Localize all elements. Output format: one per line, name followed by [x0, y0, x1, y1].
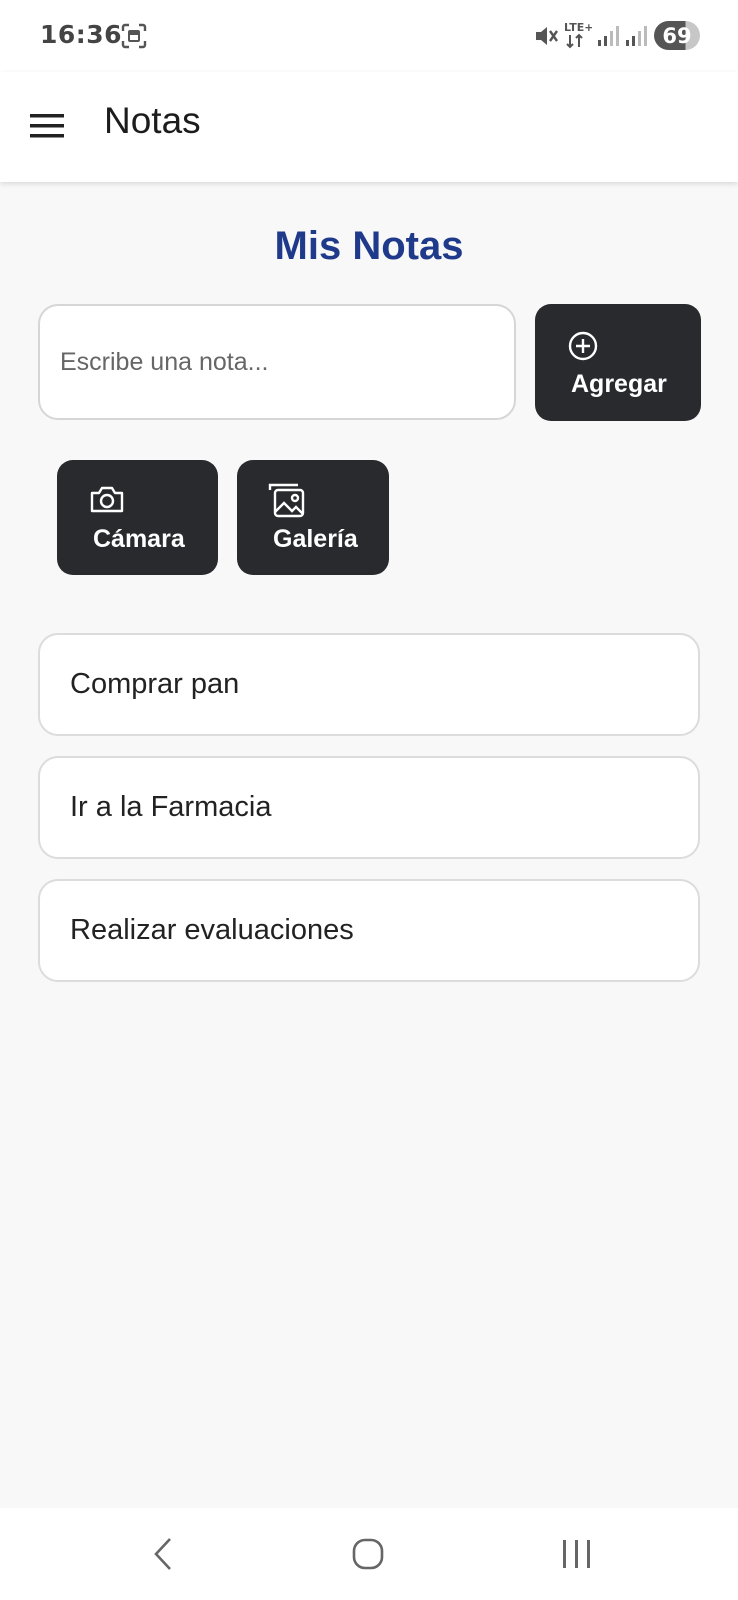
lte-icon: LTE+: [562, 20, 593, 55]
mute-icon: [534, 24, 560, 53]
back-icon[interactable]: [148, 1536, 178, 1577]
signal-icon: [596, 24, 620, 53]
signal-icon: [624, 24, 648, 53]
add-note-button[interactable]: Agregar: [535, 304, 701, 421]
recents-icon[interactable]: [560, 1538, 594, 1575]
page-title: Mis Notas: [274, 224, 464, 268]
screenshot-icon: [120, 22, 148, 55]
lte-label: LTE+: [564, 21, 592, 34]
home-icon[interactable]: [350, 1536, 386, 1577]
app-bar: Notas: [0, 72, 738, 182]
camera-button[interactable]: Cámara: [57, 460, 218, 575]
app-screen: 16:36 LTE+ 69 Notas Mis Notas Escribe un…: [0, 0, 738, 1600]
system-nav-bar: [0, 1508, 738, 1600]
add-note-label: Agregar: [571, 370, 667, 398]
note-input[interactable]: [38, 304, 516, 420]
status-time: 16:36: [40, 20, 123, 49]
app-title: Notas: [104, 100, 201, 141]
battery-icon: 69: [654, 21, 700, 50]
note-list: Comprar pan Ir a la Farmacia Realizar ev…: [38, 633, 700, 1002]
gallery-button[interactable]: Galería: [237, 460, 389, 575]
gallery-icon: [265, 480, 307, 525]
camera-label: Cámara: [93, 525, 185, 553]
note-item[interactable]: Comprar pan: [38, 633, 700, 736]
gallery-label: Galería: [273, 525, 358, 553]
plus-circle-icon: [567, 330, 599, 367]
hamburger-menu-icon[interactable]: [28, 106, 68, 146]
status-bar: 16:36 LTE+ 69: [0, 0, 738, 72]
note-item[interactable]: Realizar evaluaciones: [38, 879, 700, 982]
camera-icon: [89, 484, 125, 519]
note-item[interactable]: Ir a la Farmacia: [38, 756, 700, 859]
